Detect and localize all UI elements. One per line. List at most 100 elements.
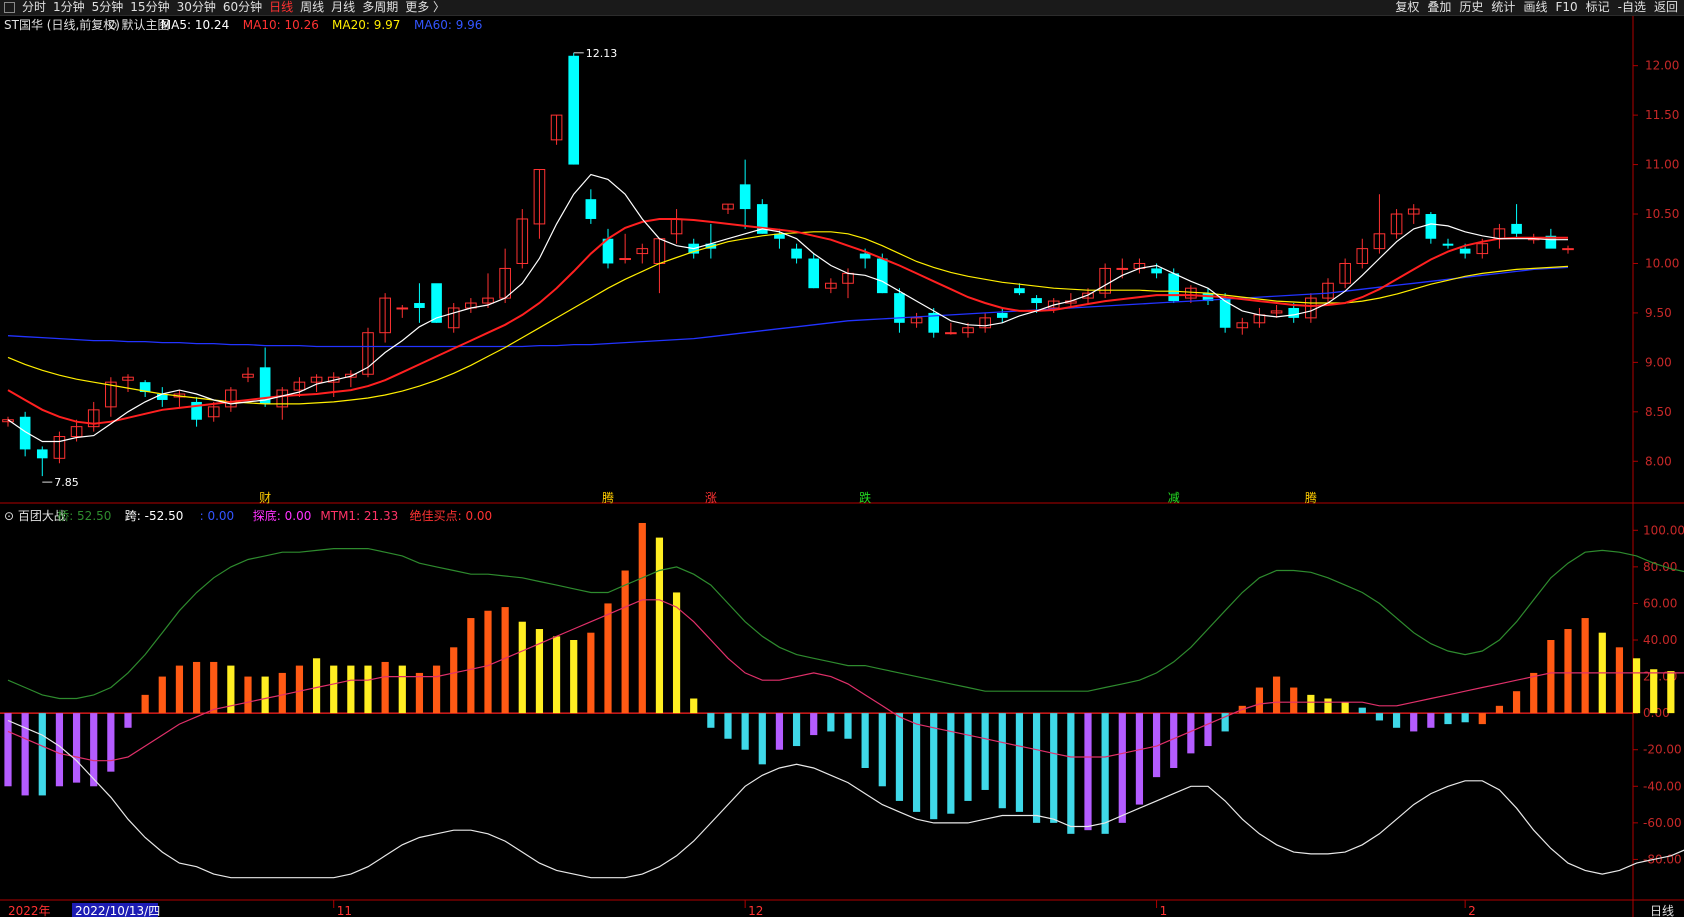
y-tick-label-sub: -80.00	[1643, 852, 1682, 866]
indicator-bar	[1324, 698, 1332, 714]
indicator-bar	[690, 698, 698, 714]
tool-button-8[interactable]: 返回	[1654, 0, 1678, 14]
indicator-bar	[90, 713, 98, 787]
signal-label: 财	[259, 491, 271, 505]
indicator-bar	[1290, 687, 1298, 714]
indicator-bar	[347, 665, 355, 714]
period-tab-5[interactable]: 60分钟	[223, 0, 262, 14]
signal-label: 腾	[602, 490, 614, 505]
tool-button-5[interactable]: F10	[1555, 0, 1577, 14]
ma10-line	[7, 218, 1568, 425]
indicator-white-line	[7, 719, 1684, 879]
indicator-bar	[792, 713, 801, 747]
sub-header-item-4: 探底: 0.00	[253, 508, 312, 523]
indicator-bar	[604, 603, 612, 714]
indicator-bar	[1307, 694, 1315, 714]
window-menu-icon[interactable]	[4, 2, 15, 13]
candle-body-down	[808, 258, 820, 289]
indicator-bar	[261, 676, 269, 714]
y-tick-label-main: 11.00	[1645, 158, 1679, 172]
candle-body-up	[1562, 248, 1574, 251]
main-header-item-5: MA60: 9.96	[414, 18, 482, 32]
indicator-bar	[1512, 691, 1521, 714]
indicator-bar	[621, 570, 629, 714]
indicator-bar	[244, 676, 252, 714]
indicator-bar	[655, 537, 664, 714]
tool-button-1[interactable]: 叠加	[1427, 0, 1451, 14]
indicator-bar	[1650, 669, 1658, 714]
x-axis-month-label: 12	[748, 904, 763, 917]
period-tab-7[interactable]: 周线	[300, 0, 324, 14]
indicator-bar	[518, 621, 526, 714]
candle-body-down	[1459, 248, 1471, 254]
period-tab-0[interactable]: 分时	[22, 0, 46, 14]
indicator-bar	[295, 665, 304, 714]
price-annotation: 7.85	[54, 476, 79, 489]
indicator-bar	[107, 713, 115, 772]
candle-body-down	[1511, 223, 1522, 234]
indicator-bar	[1255, 687, 1264, 714]
indicator-bar	[947, 713, 955, 814]
indicator-bar	[1581, 618, 1589, 714]
candle-body-down	[1014, 288, 1025, 294]
indicator-bar	[1272, 676, 1281, 714]
period-tab-9[interactable]: 多周期	[362, 0, 398, 14]
candle-body-down	[876, 258, 888, 294]
candle-body-down	[1288, 307, 1300, 318]
signal-label: 腾	[1305, 490, 1317, 505]
indicator-bar	[1667, 671, 1675, 714]
candle-body-down	[1168, 273, 1180, 302]
indicator-bar	[707, 713, 715, 728]
period-tab-8[interactable]: 月线	[331, 0, 355, 14]
indicator-bar	[484, 610, 492, 714]
y-tick-label-main: 9.00	[1645, 355, 1672, 369]
indicator-bar	[55, 713, 64, 787]
indicator-bar	[758, 713, 766, 765]
candle-body-down	[739, 184, 751, 210]
indicator-bar	[467, 618, 475, 714]
indicator-bar	[964, 713, 972, 801]
y-tick-label-sub: 100.00	[1643, 523, 1684, 537]
candle-body-down	[36, 449, 48, 459]
indicator-bar	[1375, 713, 1384, 721]
indicator-bar	[895, 713, 904, 801]
indicator-bar	[450, 647, 458, 714]
y-tick-label-sub: 60.00	[1643, 596, 1677, 610]
tool-button-2[interactable]: 历史	[1459, 0, 1483, 14]
period-tab-2[interactable]: 5分钟	[92, 0, 124, 14]
indicator-bar	[72, 713, 81, 783]
indicator-bar	[1067, 713, 1075, 834]
period-tab-6[interactable]: 日线	[269, 0, 293, 14]
price-annotation: 12.13	[586, 47, 618, 60]
tool-button-4[interactable]: 画线	[1523, 0, 1547, 14]
y-tick-label-main: 12.00	[1645, 59, 1679, 73]
tool-button-3[interactable]: 统计	[1491, 0, 1515, 14]
y-tick-label-sub: -60.00	[1643, 816, 1682, 830]
period-tab-4[interactable]: 30分钟	[177, 0, 216, 14]
indicator-bar	[1187, 713, 1195, 754]
tool-button-7[interactable]: -自选	[1618, 0, 1646, 14]
stock-chart[interactable]: 8.00 8.50 9.00 9.50 10.00 10.50 11.00 11.50 12.0…	[0, 16, 1684, 917]
indicator-bar	[141, 694, 149, 714]
period-tab-10[interactable]: 更多 〉	[405, 0, 445, 14]
period-tab-3[interactable]: 15分钟	[130, 0, 169, 14]
indicator-bar	[1530, 672, 1538, 714]
indicator-bar	[1461, 713, 1469, 723]
indicator-green-line	[7, 547, 1684, 700]
candle-body-down	[1442, 243, 1454, 246]
tool-button-0[interactable]: 复权	[1395, 0, 1419, 14]
sub-header-item-5: MTM1: 21.33	[320, 509, 398, 523]
x-axis-month-label: 2	[1468, 904, 1476, 917]
indicator-bar	[381, 661, 389, 714]
indicator-bar	[998, 713, 1006, 809]
indicator-bar	[1032, 713, 1041, 823]
indicator-bar	[124, 713, 132, 728]
indicator-bar	[210, 661, 218, 714]
indicator-bar	[1632, 658, 1641, 714]
indicator-bar	[1427, 713, 1435, 728]
indicator-bar	[638, 522, 646, 714]
period-tab-1[interactable]: 1分钟	[53, 0, 85, 14]
indicator-bar	[330, 665, 338, 714]
y-tick-label-main: 8.00	[1645, 454, 1672, 468]
tool-button-6[interactable]: 标记	[1586, 0, 1610, 14]
